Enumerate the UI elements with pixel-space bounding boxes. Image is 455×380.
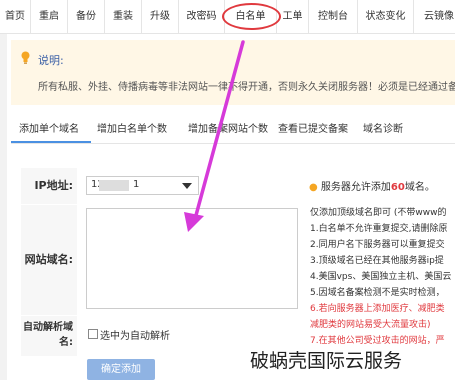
- annotation-arrow: [184, 40, 245, 232]
- watermark: 破蜗壳国际云服务: [250, 346, 403, 373]
